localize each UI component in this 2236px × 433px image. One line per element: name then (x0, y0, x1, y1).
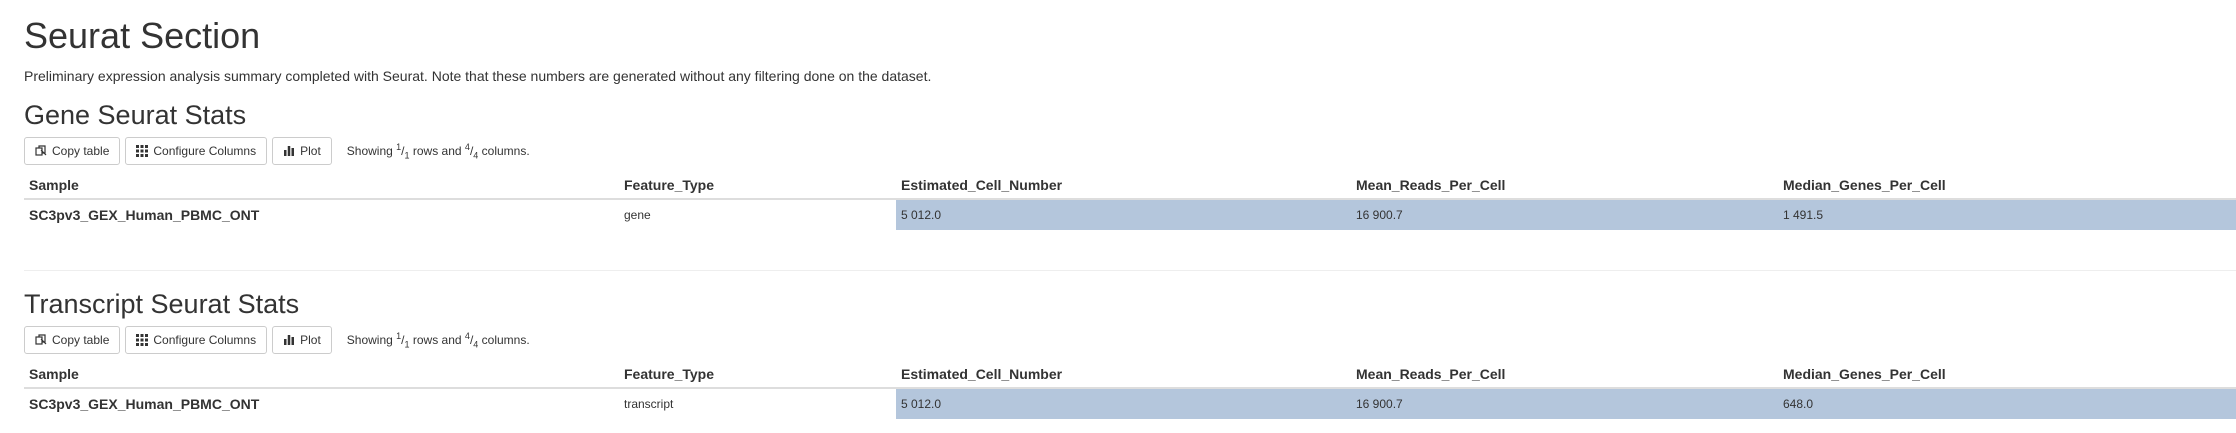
section-description: Preliminary expression analysis summary … (24, 68, 932, 84)
plot-button[interactable]: Plot (272, 326, 332, 354)
table-row: SC3pv3_GEX_Human_PBMC_ONT transcript 5 0… (24, 387, 2236, 419)
copy-icon (35, 145, 47, 157)
feature-type-cell: gene (619, 198, 896, 230)
transcript-seurat-stats-section: Transcript Seurat Stats Copy table Confi… (24, 289, 2236, 419)
plot-button[interactable]: Plot (272, 137, 332, 165)
column-header[interactable]: Feature_Type (619, 359, 896, 389)
mean-reads-per-cell-cell: 16 900.7 (1351, 387, 1778, 419)
mean-reads-per-cell-cell: 16 900.7 (1351, 198, 1778, 230)
column-header[interactable]: Estimated_Cell_Number (896, 359, 1351, 389)
columns-grid-icon (136, 145, 149, 157)
feature-type-cell: transcript (619, 387, 896, 419)
plot-label: Plot (300, 333, 321, 347)
copy-table-button[interactable]: Copy table (24, 137, 121, 165)
configure-columns-label: Configure Columns (153, 144, 257, 158)
showing-rows-columns: Showing 1/1 rows and 4/4 columns. (346, 141, 530, 161)
seurat-section: Seurat Section Preliminary expression an… (24, 0, 2236, 419)
table-header-row: Sample Feature_Type Estimated_Cell_Numbe… (24, 170, 2236, 200)
copy-table-button[interactable]: Copy table (24, 326, 121, 354)
column-header[interactable]: Mean_Reads_Per_Cell (1351, 170, 1778, 200)
copy-icon (35, 334, 47, 346)
bar-chart-icon (283, 334, 295, 346)
column-header[interactable]: Sample (24, 170, 619, 200)
column-header[interactable]: Sample (24, 359, 619, 389)
estimated-cell-number-cell: 5 012.0 (896, 387, 1351, 419)
sample-cell: SC3pv3_GEX_Human_PBMC_ONT (24, 198, 619, 230)
column-header[interactable]: Mean_Reads_Per_Cell (1351, 359, 1778, 389)
bar-chart-icon (283, 145, 295, 157)
page-title: Seurat Section (24, 15, 261, 56)
column-header[interactable]: Median_Genes_Per_Cell (1778, 359, 2236, 389)
section-divider (24, 270, 2236, 271)
table-header-row: Sample Feature_Type Estimated_Cell_Numbe… (24, 359, 2236, 389)
gene-seurat-stats-section: Gene Seurat Stats Copy table Configure C… (24, 100, 2236, 230)
configure-columns-button[interactable]: Configure Columns (125, 137, 268, 165)
section-heading: Gene Seurat Stats (24, 100, 247, 130)
showing-rows-columns: Showing 1/1 rows and 4/4 columns. (346, 330, 530, 350)
table-toolbar: Copy table Configure Columns Plot Showin… (24, 325, 2236, 355)
configure-columns-button[interactable]: Configure Columns (125, 326, 268, 354)
section-heading: Transcript Seurat Stats (24, 289, 300, 319)
median-genes-per-cell-cell: 648.0 (1778, 387, 2236, 419)
sample-cell: SC3pv3_GEX_Human_PBMC_ONT (24, 387, 619, 419)
column-header[interactable]: Feature_Type (619, 170, 896, 200)
median-genes-per-cell-cell: 1 491.5 (1778, 198, 2236, 230)
columns-grid-icon (136, 334, 149, 346)
estimated-cell-number-cell: 5 012.0 (896, 198, 1351, 230)
column-header[interactable]: Estimated_Cell_Number (896, 170, 1351, 200)
configure-columns-label: Configure Columns (153, 333, 257, 347)
copy-table-label: Copy table (52, 144, 110, 158)
stats-table: Sample Feature_Type Estimated_Cell_Numbe… (24, 359, 2236, 419)
table-toolbar: Copy table Configure Columns Plot Showin… (24, 136, 2236, 166)
stats-table: Sample Feature_Type Estimated_Cell_Numbe… (24, 170, 2236, 230)
copy-table-label: Copy table (52, 333, 110, 347)
plot-label: Plot (300, 144, 321, 158)
column-header[interactable]: Median_Genes_Per_Cell (1778, 170, 2236, 200)
table-row: SC3pv3_GEX_Human_PBMC_ONT gene 5 012.0 1… (24, 198, 2236, 230)
